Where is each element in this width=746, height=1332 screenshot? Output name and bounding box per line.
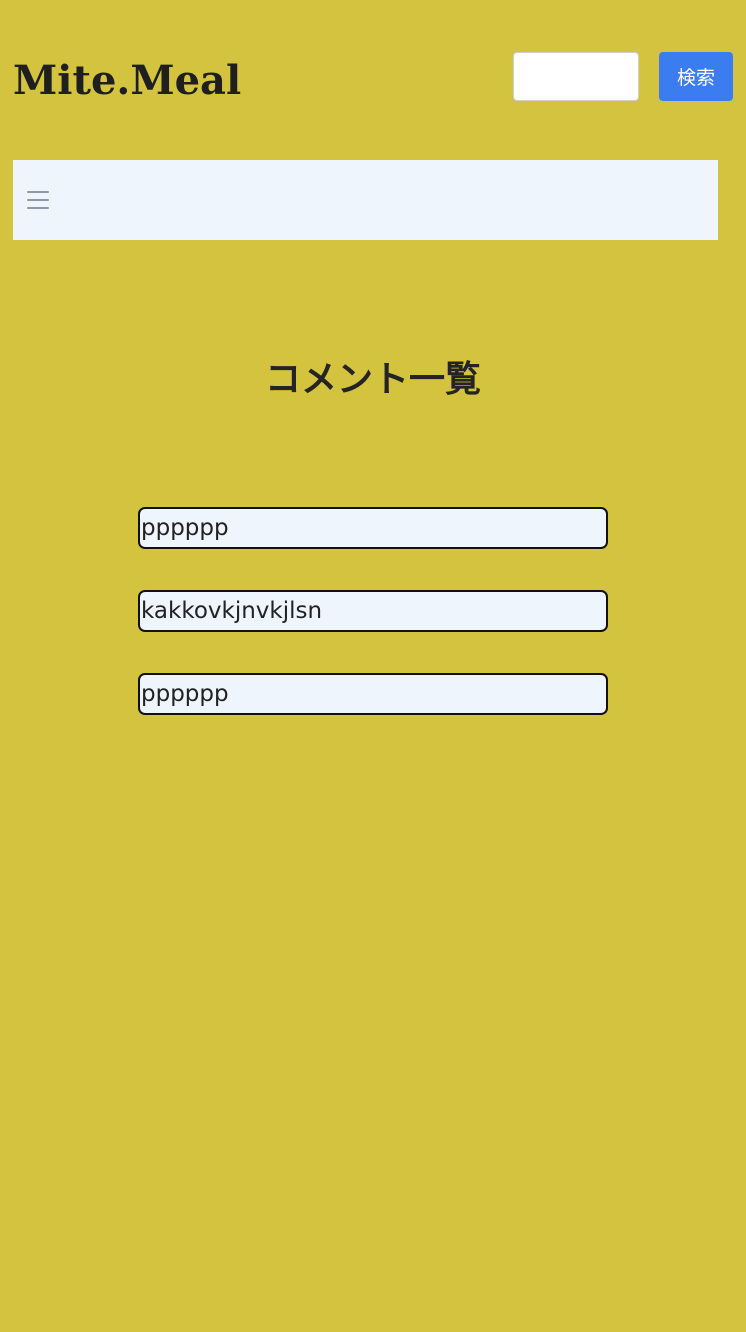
hamburger-menu-icon[interactable] bbox=[27, 190, 49, 210]
hamburger-line bbox=[27, 199, 49, 201]
hamburger-line bbox=[27, 191, 49, 193]
comment-item: kakkovkjnvkjlsn bbox=[138, 590, 608, 632]
search-input[interactable] bbox=[513, 52, 639, 101]
hamburger-line bbox=[27, 207, 49, 209]
search-button[interactable]: 検索 bbox=[659, 52, 733, 101]
comment-item: pppppp bbox=[138, 507, 608, 549]
comment-item: pppppp bbox=[138, 673, 608, 715]
navbar bbox=[13, 160, 718, 240]
page-title: コメント一覧 bbox=[264, 359, 481, 400]
site-logo[interactable]: Mite.Meal bbox=[13, 55, 241, 107]
comment-list: pppppp kakkovkjnvkjlsn pppppp bbox=[138, 507, 608, 756]
